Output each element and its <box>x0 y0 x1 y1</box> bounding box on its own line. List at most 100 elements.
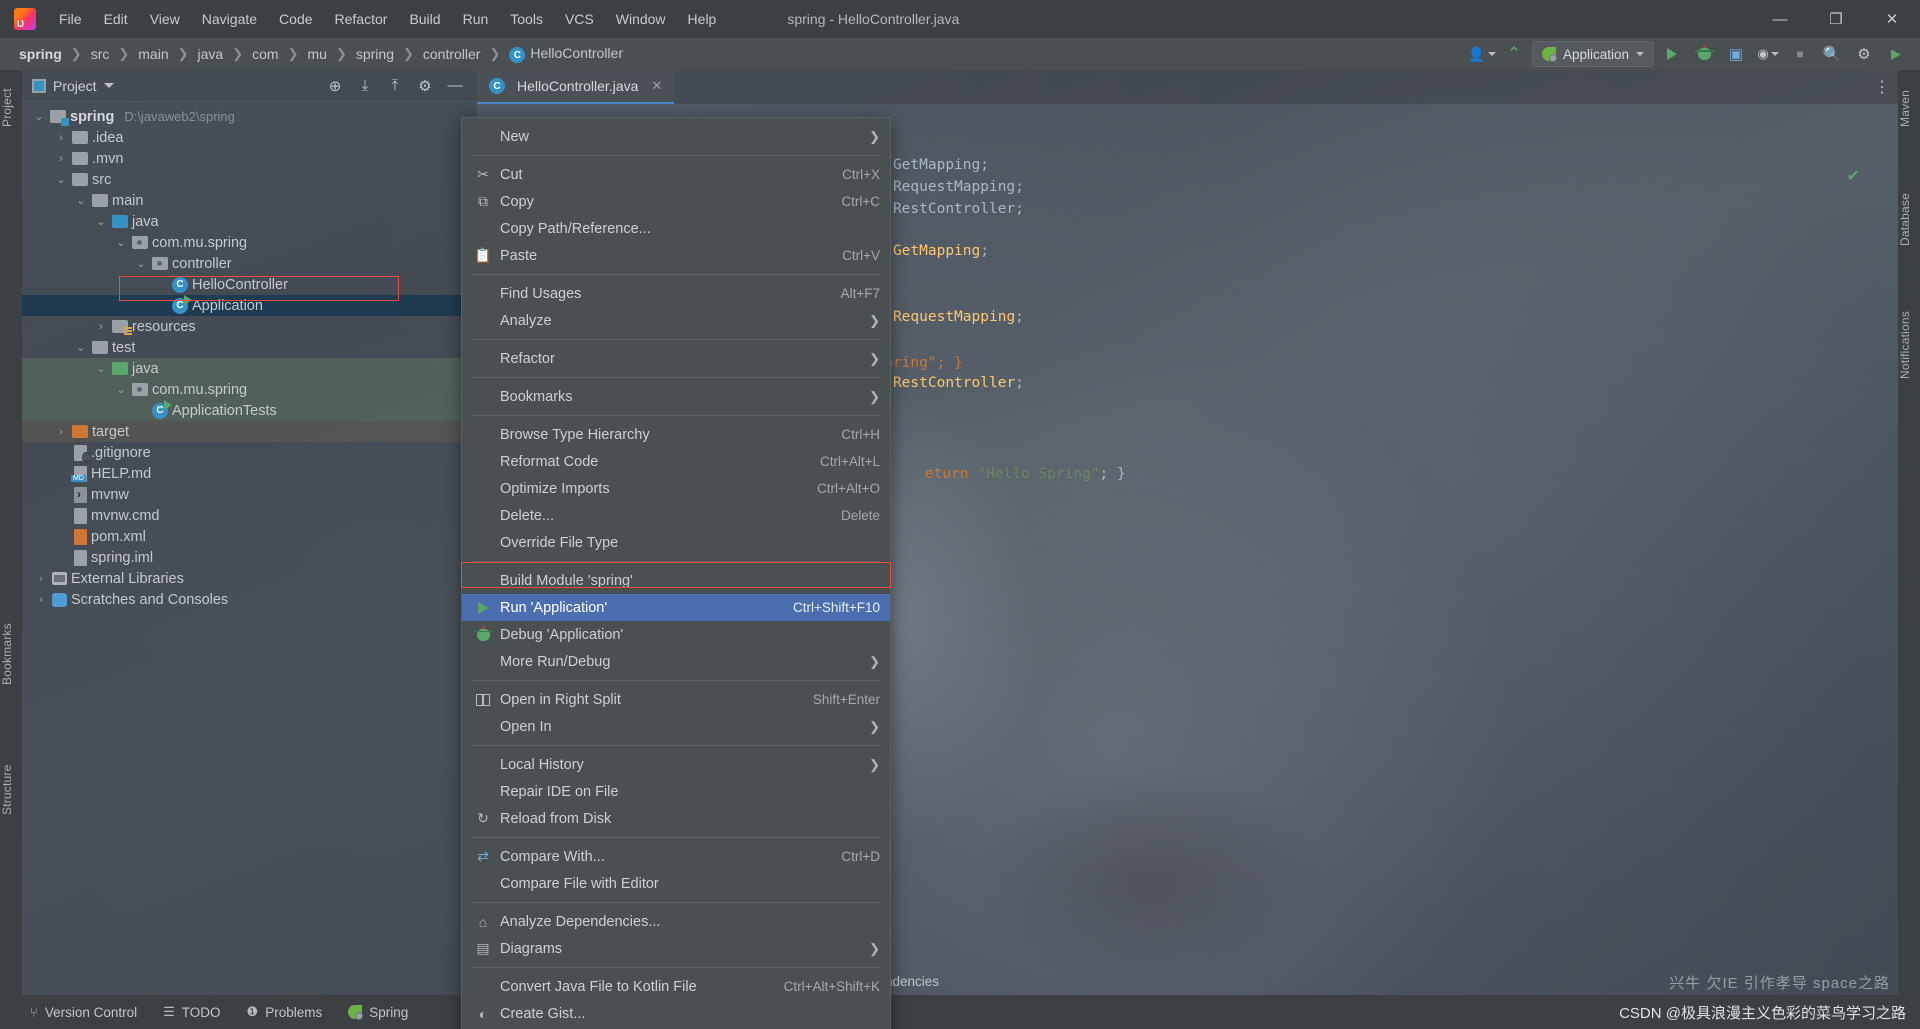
chevron-down-icon[interactable]: ⌄ <box>134 257 148 270</box>
tree-row-mvn[interactable]: › .mvn <box>22 148 477 169</box>
chevron-right-icon[interactable]: › <box>54 426 68 438</box>
status-spring[interactable]: Spring <box>348 1005 408 1020</box>
tree-row-mvnw-cmd[interactable]: mvnw.cmd <box>22 505 477 526</box>
menu-tools[interactable]: Tools <box>499 7 554 31</box>
chevron-down-icon[interactable]: ⌄ <box>94 215 108 228</box>
context-menu-item-convert-java-to-kotlin[interactable]: Convert Java File to Kotlin File Ctrl+Al… <box>462 973 890 1000</box>
menu-edit[interactable]: Edit <box>93 7 139 31</box>
chevron-right-icon[interactable]: › <box>34 573 48 585</box>
tree-row-test-package[interactable]: ⌄ com.mu.spring <box>22 379 477 400</box>
run-configuration-selector[interactable]: Application <box>1531 41 1654 67</box>
breadcrumb-item-0[interactable]: spring <box>14 44 67 64</box>
run-icon[interactable] <box>1658 41 1686 67</box>
breadcrumb-item-4[interactable]: com <box>247 44 283 64</box>
updates-icon[interactable]: ▶ <box>1882 41 1910 67</box>
tree-row-test[interactable]: ⌄ test <box>22 337 477 358</box>
menu-vcs[interactable]: VCS <box>554 7 605 31</box>
context-menu-item-analyze[interactable]: Analyze ❯ <box>462 307 890 334</box>
tool-window-notifications[interactable]: Notifications <box>1898 290 1920 400</box>
close-icon[interactable]: ✕ <box>651 78 662 94</box>
breadcrumb-item-2[interactable]: main <box>133 44 173 64</box>
chevron-down-icon[interactable]: ⌄ <box>32 110 46 123</box>
tree-row-src[interactable]: ⌄ src <box>22 169 477 190</box>
tree-row-spring[interactable]: ⌄ spring D:\javaweb2\spring <box>22 106 477 127</box>
chevron-down-icon[interactable]: ⌄ <box>54 173 68 186</box>
tree-row-applicationtests[interactable]: C ApplicationTests <box>22 399 477 421</box>
tree-row-package-commuspring[interactable]: ⌄ com.mu.spring <box>22 232 477 253</box>
status-todo[interactable]: ☰ TODO <box>163 1004 220 1020</box>
context-menu-item-build-module[interactable]: Build Module 'spring' <box>462 567 890 594</box>
chevron-down-icon[interactable]: ⌄ <box>74 341 88 354</box>
context-menu-item-reload-from-disk[interactable]: ↻ Reload from Disk <box>462 805 890 832</box>
collapse-all-icon[interactable]: ⤓ <box>351 72 379 100</box>
hide-tool-window-icon[interactable]: — <box>441 72 469 100</box>
menu-build[interactable]: Build <box>398 7 451 31</box>
menu-run[interactable]: Run <box>452 7 500 31</box>
tree-row-gitignore[interactable]: .gitignore <box>22 442 477 463</box>
context-menu-item-reformat-code[interactable]: Reformat Code Ctrl+Alt+L <box>462 448 890 475</box>
tree-row-help-md[interactable]: HELP.md <box>22 463 477 484</box>
tree-row-resources[interactable]: › resources <box>22 316 477 337</box>
context-menu-item-open-in[interactable]: Open In ❯ <box>462 713 890 740</box>
status-version-control[interactable]: ⑂ Version Control <box>30 1005 137 1020</box>
breadcrumb-item-5[interactable]: mu <box>302 44 331 64</box>
context-menu-item-bookmarks[interactable]: Bookmarks ❯ <box>462 383 890 410</box>
status-problems[interactable]: ❶ Problems <box>247 1004 323 1020</box>
select-opened-file-icon[interactable]: ⊕ <box>321 72 349 100</box>
context-menu-item-optimize-imports[interactable]: Optimize Imports Ctrl+Alt+O <box>462 475 890 502</box>
context-menu-item-override-file-type[interactable]: Override File Type <box>462 529 890 556</box>
chevron-down-icon[interactable] <box>103 83 114 88</box>
context-menu-item-local-history[interactable]: Local History ❯ <box>462 751 890 778</box>
chevron-right-icon[interactable]: › <box>54 132 68 144</box>
tree-row-spring-iml[interactable]: spring.iml <box>22 547 477 568</box>
tool-window-bookmarks[interactable]: Bookmarks <box>0 610 22 698</box>
breadcrumb-item-7[interactable]: controller <box>418 44 486 64</box>
minimize-button[interactable]: — <box>1752 0 1808 38</box>
debug-icon[interactable] <box>1690 41 1718 67</box>
tree-row-java-main[interactable]: ⌄ java <box>22 211 477 232</box>
menu-window[interactable]: Window <box>605 7 677 31</box>
context-menu-item-repair-ide-on-file[interactable]: Repair IDE on File <box>462 778 890 805</box>
context-menu-item-browse-type-hierarchy[interactable]: Browse Type Hierarchy Ctrl+H <box>462 421 890 448</box>
chevron-right-icon[interactable]: › <box>34 594 48 606</box>
tree-row-java-test[interactable]: ⌄ java <box>22 358 477 379</box>
menu-code[interactable]: Code <box>268 7 323 31</box>
context-menu-item-new[interactable]: New ❯ <box>462 123 890 150</box>
context-menu-item-refactor[interactable]: Refactor ❯ <box>462 345 890 372</box>
tree-row-mvnw[interactable]: mvnw <box>22 484 477 505</box>
context-menu-item-analyze-dependencies[interactable]: ⌂ Analyze Dependencies... <box>462 908 890 935</box>
settings-gear-icon[interactable]: ⚙ <box>411 72 439 100</box>
tool-window-project[interactable]: Project <box>0 76 22 140</box>
breadcrumb-item-1[interactable]: src <box>86 44 115 64</box>
chevron-down-icon[interactable]: ⌄ <box>94 362 108 375</box>
chevron-down-icon[interactable]: ⌄ <box>114 383 128 396</box>
context-menu-item-debug-application[interactable]: Debug 'Application' <box>462 621 890 648</box>
editor-tab-hellocontroller[interactable]: C HelloController.java ✕ <box>477 70 675 104</box>
more-run-options-icon[interactable]: ◉ <box>1754 41 1782 67</box>
tool-window-database[interactable]: Database <box>1898 180 1920 260</box>
chevron-down-icon[interactable]: ⌄ <box>74 194 88 207</box>
tree-row-main[interactable]: ⌄ main <box>22 190 477 211</box>
context-menu-item-find-usages[interactable]: Find Usages Alt+F7 <box>462 280 890 307</box>
context-menu-item-copy-path[interactable]: Copy Path/Reference... <box>462 215 890 242</box>
chevron-down-icon[interactable]: ⌄ <box>114 236 128 249</box>
tree-row-package-controller[interactable]: ⌄ controller <box>22 253 477 274</box>
context-menu-item-delete[interactable]: Delete... Delete <box>462 502 890 529</box>
breadcrumb-item-3[interactable]: java <box>193 44 229 64</box>
tree-row-idea[interactable]: › .idea <box>22 127 477 148</box>
context-menu-item-compare-with[interactable]: ⇄ Compare With... Ctrl+D <box>462 843 890 870</box>
editor-tab-options-icon[interactable]: ⋮ <box>1874 70 1898 104</box>
context-menu[interactable]: New ❯ ✂ Cut Ctrl+X ⧉ Copy Ctrl+C Copy Pa… <box>461 117 891 1029</box>
build-hammer-icon[interactable]: ⌃ <box>1500 41 1528 67</box>
user-presence-icon[interactable]: 👤 <box>1468 41 1497 67</box>
breadcrumb-item-6[interactable]: spring <box>351 44 399 64</box>
breadcrumb[interactable]: spring ❯ src ❯ main ❯ java ❯ com ❯ mu ❯ … <box>0 43 628 66</box>
context-menu-item-more-run-debug[interactable]: More Run/Debug ❯ <box>462 648 890 675</box>
settings-gear-icon[interactable]: ⚙ <box>1850 41 1878 67</box>
context-menu-item-compare-file-with-editor[interactable]: Compare File with Editor <box>462 870 890 897</box>
menu-bar[interactable]: File Edit View Navigate Code Refactor Bu… <box>48 7 727 31</box>
context-menu-item-diagrams[interactable]: ▤ Diagrams ❯ <box>462 935 890 962</box>
tree-row-hellocontroller[interactable]: C HelloController <box>22 274 477 295</box>
inspection-status-icon[interactable]: ✔ <box>1847 166 1860 186</box>
close-button[interactable]: ✕ <box>1864 0 1920 38</box>
